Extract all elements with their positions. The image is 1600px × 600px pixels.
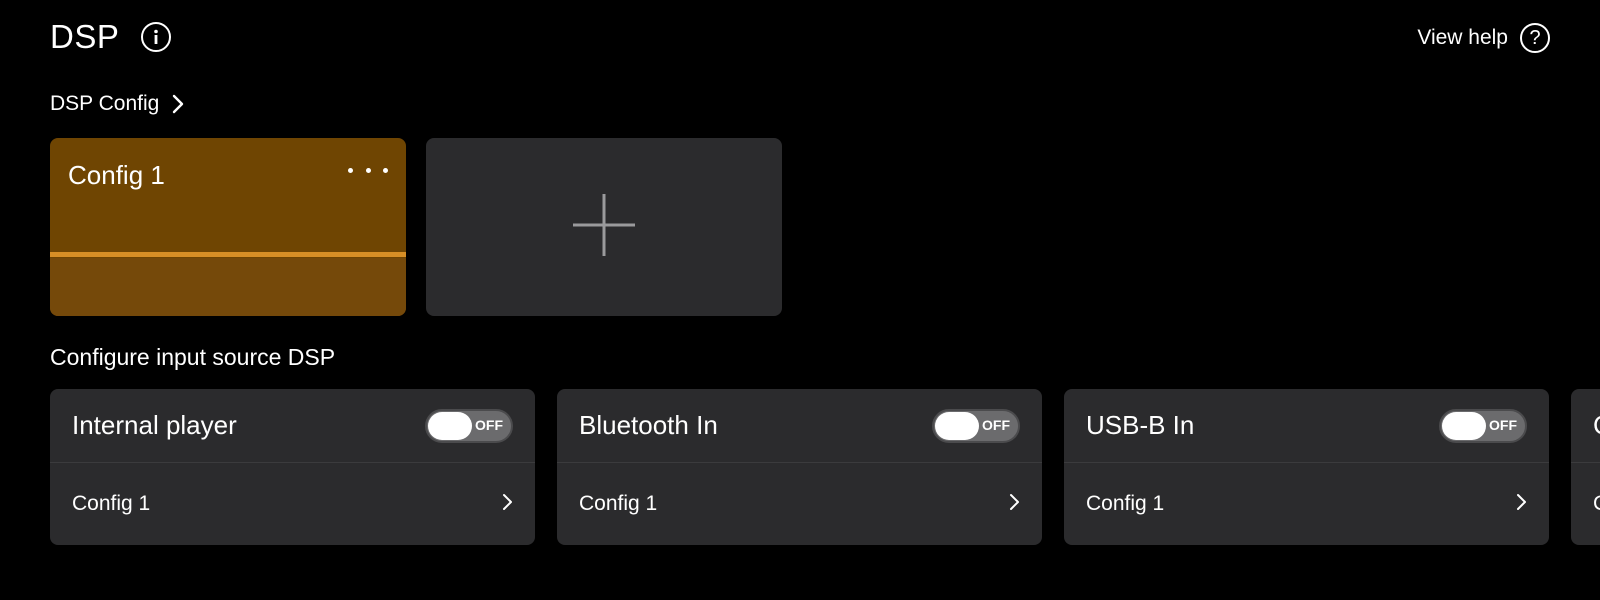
input-source-header: C: [1571, 389, 1600, 463]
dsp-config-link[interactable]: DSP Config: [50, 92, 185, 116]
input-source-name: Bluetooth In: [579, 410, 718, 440]
more-horizontal-icon[interactable]: [348, 160, 388, 180]
dsp-toggle[interactable]: OFF: [1439, 408, 1527, 443]
config-card-lower: [50, 258, 406, 316]
input-source-config-row[interactable]: Config 1: [50, 463, 535, 545]
view-help-label: View help: [1417, 26, 1508, 49]
toggle-knob: [935, 411, 979, 440]
chevron-right-icon: [171, 93, 185, 115]
input-source-card: Bluetooth In OFF Config 1: [557, 389, 1042, 545]
page-title: DSP: [50, 18, 120, 55]
toggle-knob: [428, 411, 472, 440]
input-source-config: Config 1: [579, 492, 658, 515]
input-source-header: USB-B In OFF: [1064, 389, 1549, 463]
info-icon[interactable]: [141, 22, 172, 52]
view-help-button[interactable]: View help ?: [1417, 23, 1550, 53]
input-source-name: Internal player: [72, 410, 237, 440]
chevron-right-icon: [1008, 492, 1020, 517]
config-card-selected[interactable]: Config 1: [50, 138, 406, 316]
chevron-right-icon: [1515, 492, 1527, 517]
dsp-toggle[interactable]: OFF: [425, 408, 513, 443]
toggle-state: OFF: [475, 416, 503, 433]
input-source-header: Bluetooth In OFF: [557, 389, 1042, 463]
chevron-right-icon: [501, 492, 513, 517]
input-source-config: Config 1: [1086, 492, 1165, 515]
config-cards: Config 1: [50, 138, 782, 316]
input-source-config: Config 1: [72, 492, 151, 515]
input-source-card: C C: [1571, 389, 1600, 545]
toggle-knob: [1442, 411, 1486, 440]
input-source-card: USB-B In OFF Config 1: [1064, 389, 1549, 545]
question-icon: ?: [1520, 23, 1550, 53]
input-source-name: USB-B In: [1086, 410, 1195, 440]
toggle-state: OFF: [1489, 416, 1517, 433]
dsp-toggle[interactable]: OFF: [932, 408, 1020, 443]
add-config-button[interactable]: [426, 138, 782, 316]
input-source-name: C: [1593, 410, 1600, 441]
plus-icon: [572, 193, 636, 262]
input-source-list: Internal player OFF Config 1 Bluetooth I…: [50, 389, 1600, 545]
config-card-accent-line: [50, 252, 406, 257]
input-source-config-row[interactable]: C: [1571, 463, 1600, 545]
config-card-name: Config 1: [68, 160, 165, 190]
input-source-config-row[interactable]: Config 1: [1064, 463, 1549, 545]
input-source-header: Internal player OFF: [50, 389, 535, 463]
dsp-config-label: DSP Config: [50, 92, 160, 115]
dsp-page: DSP View help ? DSP Config Config 1 Conf…: [0, 0, 1600, 600]
input-source-config: C: [1593, 492, 1600, 516]
input-source-config-row[interactable]: Config 1: [557, 463, 1042, 545]
input-source-heading: Configure input source DSP: [50, 344, 336, 370]
page-header: DSP: [50, 18, 172, 56]
toggle-state: OFF: [982, 416, 1010, 433]
input-source-card: Internal player OFF Config 1: [50, 389, 535, 545]
